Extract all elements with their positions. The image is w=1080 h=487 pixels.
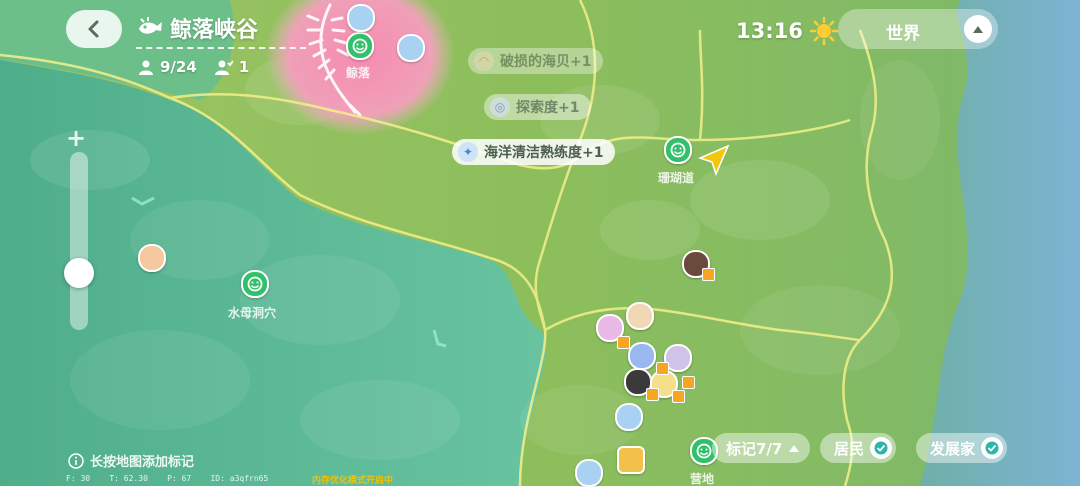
zoom-slider-handle[interactable] [64,258,94,288]
check-icon [981,437,1004,459]
game-clock: 13:16 [736,16,839,46]
player-stats: 9/24 1 [138,58,249,76]
shell-icon: ◠ [474,51,494,71]
person-icon [139,60,153,75]
marks-label: 标记7/7 [726,439,783,458]
zoom-slider[interactable] [70,152,88,330]
notification-item: ◠ 破损的海贝+1 [468,48,604,74]
marks-toggle-button[interactable]: 标记7/7 [712,433,811,463]
location-label: 营地 [690,472,715,486]
location-marker[interactable] [664,136,692,164]
sun-icon [809,16,839,46]
location-marker[interactable] [241,270,269,298]
friend-count: 1 [214,58,250,76]
world-selector-label: 世界 [886,24,920,44]
npc-marker-icon[interactable] [397,34,425,62]
resident-badge-icon [646,388,659,401]
zoom-in-icon[interactable]: + [66,124,86,152]
exploration-icon: ◎ [490,97,510,117]
chevron-up-icon [964,15,992,43]
resident-badge-icon [682,376,695,389]
check-icon [870,437,893,459]
player-avatar[interactable] [138,244,166,272]
map-title: 鲸落峡谷 [136,12,258,44]
clock-time: 13:16 [736,19,803,43]
resident-badge-icon [702,268,715,281]
notification-text: 探索度+1 [516,100,580,116]
ocean-cleanup-icon: ✦ [458,142,478,162]
resident-badge-icon [617,336,630,349]
back-button[interactable] [66,10,122,48]
info-icon [68,452,84,469]
npc-marker-icon[interactable] [615,403,643,431]
map-hint-text: 长按地图添加标记 [90,455,195,470]
location-label: 珊瑚道 [658,171,695,185]
map-hint: 长按地图添加标记 [68,451,194,470]
developers-filter-button[interactable]: 发展家 [916,433,1008,463]
whale-fish-icon [139,17,162,34]
player-avatar[interactable] [628,342,656,370]
player-avatar[interactable] [626,302,654,330]
location-label: 水母洞穴 [228,306,277,320]
friend-count-value: 1 [238,58,250,76]
location-marker[interactable] [346,32,374,60]
shrine-marker-icon[interactable] [617,446,645,474]
map-title-text: 鲸落峡谷 [170,18,259,43]
notification-item: ✦ 海洋清洁熟练度+1 [452,139,616,165]
notification-item: ◎ 探索度+1 [484,94,592,120]
npc-marker-icon[interactable] [575,459,603,487]
smiley-icon [696,443,712,459]
resident-badge-icon [656,362,669,375]
notification-text: 海洋清洁熟练度+1 [484,145,604,161]
location-label: 鲸落 [346,66,371,80]
smiley-icon [352,38,368,54]
player-count: 9/24 [138,58,197,76]
player-count-value: 9/24 [160,58,197,76]
residents-filter-button[interactable]: 居民 [820,433,897,463]
chevron-up-icon [789,445,800,452]
resident-badge-icon [672,390,685,403]
title-divider [136,47,306,49]
world-selector[interactable]: 世界 [838,9,998,49]
chevron-left-icon [88,20,99,38]
notification-text: 破损的海贝+1 [500,54,592,70]
developers-label: 发展家 [930,439,976,458]
npc-marker-icon[interactable] [347,4,375,32]
residents-label: 居民 [834,439,865,458]
smiley-icon [670,142,686,158]
smiley-icon [247,276,263,292]
performance-notice: 内存优化模式开启中 [312,476,394,486]
debug-info: F: 30 T: 62.30 P: 67 ID: a3qfrn65 [66,474,269,483]
friend-icon [214,60,233,75]
